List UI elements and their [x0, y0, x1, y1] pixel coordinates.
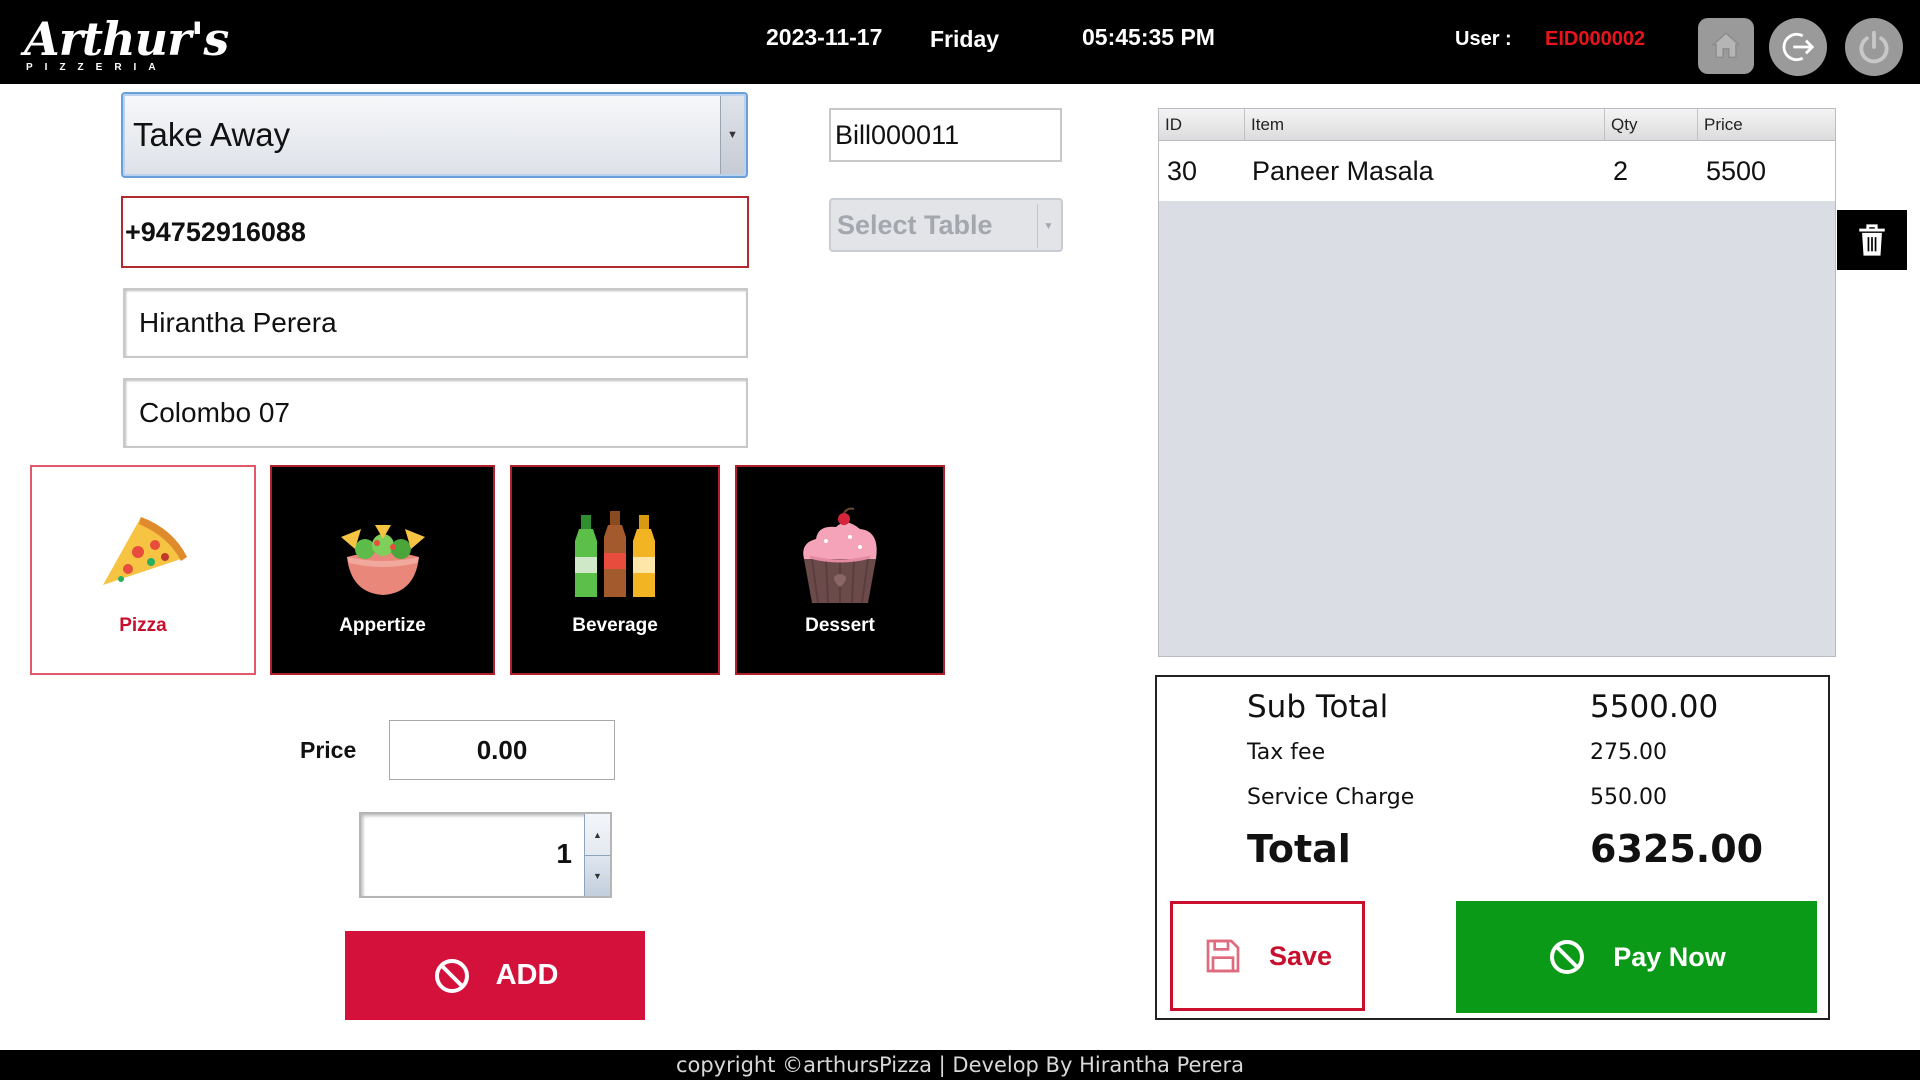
- customer-name-value: Hirantha Perera: [139, 307, 337, 338]
- block-icon: [434, 958, 469, 993]
- column-header-price[interactable]: Price: [1698, 109, 1835, 140]
- table-row[interactable]: 30 Paneer Masala 2 5500: [1159, 141, 1835, 201]
- totals-panel: Sub Total 5500.00 Tax fee 275.00 Service…: [1155, 675, 1830, 1020]
- user-id: EID000002: [1545, 28, 1646, 50]
- subtotal-label: Sub Total: [1247, 689, 1389, 725]
- add-button-label: ADD: [495, 959, 559, 991]
- category-label: Pizza: [119, 615, 167, 636]
- total-value: 6325.00: [1590, 827, 1764, 871]
- table-select[interactable]: Select Table ▼: [829, 198, 1063, 252]
- logout-button[interactable]: [1769, 18, 1827, 76]
- save-button-label: Save: [1268, 940, 1333, 971]
- order-type-value: Take Away: [133, 116, 291, 153]
- power-button[interactable]: [1845, 18, 1903, 76]
- date-display: 2023-11-17: [766, 24, 883, 50]
- quantity-value: 1: [556, 838, 572, 869]
- cell-price: 5500: [1706, 156, 1767, 186]
- logout-icon: [1782, 32, 1815, 62]
- increment-button[interactable]: ▲: [585, 814, 610, 855]
- day-display: Friday: [930, 26, 1000, 52]
- tax-label: Tax fee: [1247, 740, 1326, 765]
- quantity-spinner: ▲ ▼: [584, 814, 610, 896]
- cell-item: Paneer Masala: [1252, 156, 1434, 186]
- tax-value: 275.00: [1590, 740, 1667, 765]
- subtotal-value: 5500.00: [1590, 689, 1719, 725]
- address-field[interactable]: Colombo 07: [123, 378, 748, 448]
- logo-text: Arthur's: [24, 12, 229, 66]
- category-dessert[interactable]: Dessert: [735, 465, 945, 675]
- service-charge-label: Service Charge: [1247, 785, 1415, 810]
- order-type-select[interactable]: Take Away ▼: [121, 92, 748, 178]
- cell-id: 30: [1167, 156, 1198, 186]
- logo: Arthur's PIZZERIA: [24, 14, 229, 76]
- home-icon: [1711, 32, 1741, 59]
- category-label: Dessert: [805, 615, 875, 636]
- time-display: 05:45:35 PM: [1082, 24, 1215, 50]
- pay-now-button[interactable]: Pay Now: [1456, 901, 1817, 1013]
- block-icon: [1550, 940, 1585, 974]
- power-icon: [1859, 30, 1889, 64]
- home-button[interactable]: [1698, 18, 1754, 74]
- price-label: Price: [300, 737, 357, 763]
- address-value: Colombo 07: [139, 397, 290, 428]
- footer: copyright ©arthursPizza | Develop By Hir…: [0, 1050, 1920, 1080]
- column-header-qty[interactable]: Qty: [1605, 109, 1698, 140]
- order-table: ID Item Qty Price 30 Paneer Masala 2 550…: [1158, 108, 1836, 657]
- bill-number-field[interactable]: Bill000011: [829, 108, 1062, 162]
- salad-bowl-icon: [340, 525, 425, 595]
- column-header-id[interactable]: ID: [1159, 109, 1245, 140]
- save-button[interactable]: Save: [1170, 901, 1365, 1011]
- total-label: Total: [1247, 827, 1351, 871]
- category-label: Beverage: [572, 615, 658, 636]
- category-appertize[interactable]: Appertize: [270, 465, 495, 675]
- table-select-value: Select Table: [837, 210, 993, 240]
- category-beverage[interactable]: Beverage: [510, 465, 720, 675]
- cell-qty: 2: [1613, 156, 1629, 186]
- top-bar: Arthur's PIZZERIA 2023-11-17 Friday 05:4…: [0, 0, 1920, 84]
- pay-now-button-label: Pay Now: [1613, 941, 1726, 972]
- customer-name-field[interactable]: Hirantha Perera: [123, 288, 748, 358]
- phone-field[interactable]: +94752916088: [121, 196, 749, 268]
- save-icon: [1206, 939, 1240, 973]
- category-pizza[interactable]: Pizza: [30, 465, 256, 675]
- user-label: User :: [1455, 28, 1512, 50]
- pizza-icon: [103, 517, 187, 585]
- bill-number-value: Bill000011: [835, 120, 960, 150]
- chevron-down-icon: ▼: [1037, 204, 1059, 248]
- trash-icon: [1859, 224, 1885, 256]
- add-button[interactable]: ADD: [345, 931, 645, 1020]
- service-charge-value: 550.00: [1590, 785, 1667, 810]
- quantity-stepper[interactable]: 1 ▲ ▼: [359, 812, 612, 898]
- table-header: ID Item Qty Price: [1159, 109, 1835, 141]
- chevron-down-icon[interactable]: ▼: [720, 96, 744, 174]
- price-field[interactable]: 0.00: [389, 720, 615, 780]
- logo-subtext: PIZZERIA: [26, 62, 168, 73]
- bottles-icon: [575, 511, 655, 597]
- cupcake-icon: [803, 507, 877, 604]
- phone-value: +94752916088: [125, 216, 306, 247]
- category-label: Appertize: [339, 615, 426, 636]
- decrement-button[interactable]: ▼: [585, 855, 610, 896]
- column-header-item[interactable]: Item: [1245, 109, 1605, 140]
- delete-button[interactable]: [1837, 210, 1907, 270]
